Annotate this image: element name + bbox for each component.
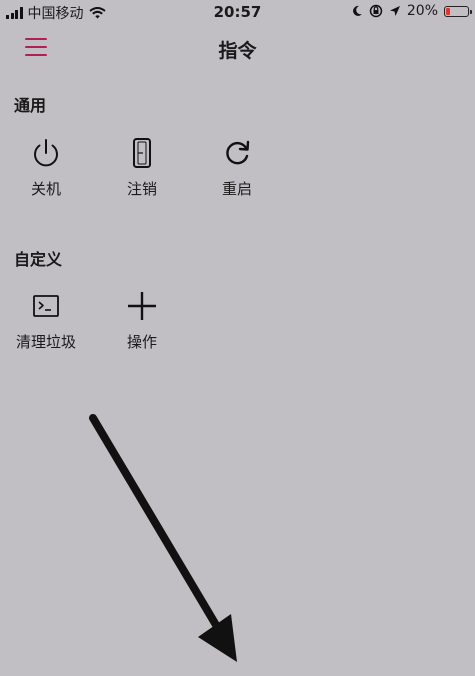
battery-percent: 20% (406, 3, 438, 19)
moon-icon (352, 5, 362, 16)
shutdown-label: 关机 (30, 180, 61, 198)
status-bar: 中国移动 20:57 20% (0, 0, 475, 24)
shutdown-command[interactable]: 关机 (6, 136, 86, 199)
section-title-custom: 自定义 (14, 250, 63, 269)
restart-label: 重启 (221, 180, 252, 198)
section-title-general: 通用 (14, 96, 47, 115)
restart-icon (226, 140, 250, 165)
phone-logout-icon (133, 138, 151, 168)
clean-junk-command[interactable]: 清理垃圾 (6, 289, 86, 352)
restart-command[interactable]: 重启 (197, 136, 277, 199)
plus-icon (128, 292, 156, 320)
terminal-icon (33, 295, 59, 317)
add-action-command[interactable]: 操作 (102, 289, 182, 352)
page-title: 指令 (218, 40, 257, 62)
location-icon (389, 6, 400, 16)
nav-bar: 指令 (0, 28, 475, 68)
add-action-label: 操作 (126, 333, 157, 351)
status-right: 20% (352, 3, 472, 19)
logout-label: 注销 (126, 180, 157, 198)
battery-icon (444, 5, 472, 17)
clean-junk-label: 清理垃圾 (15, 333, 76, 351)
orientation-lock-icon (369, 4, 383, 18)
power-icon (34, 139, 58, 167)
battery-level (446, 7, 450, 15)
logout-command[interactable]: 注销 (102, 136, 182, 199)
